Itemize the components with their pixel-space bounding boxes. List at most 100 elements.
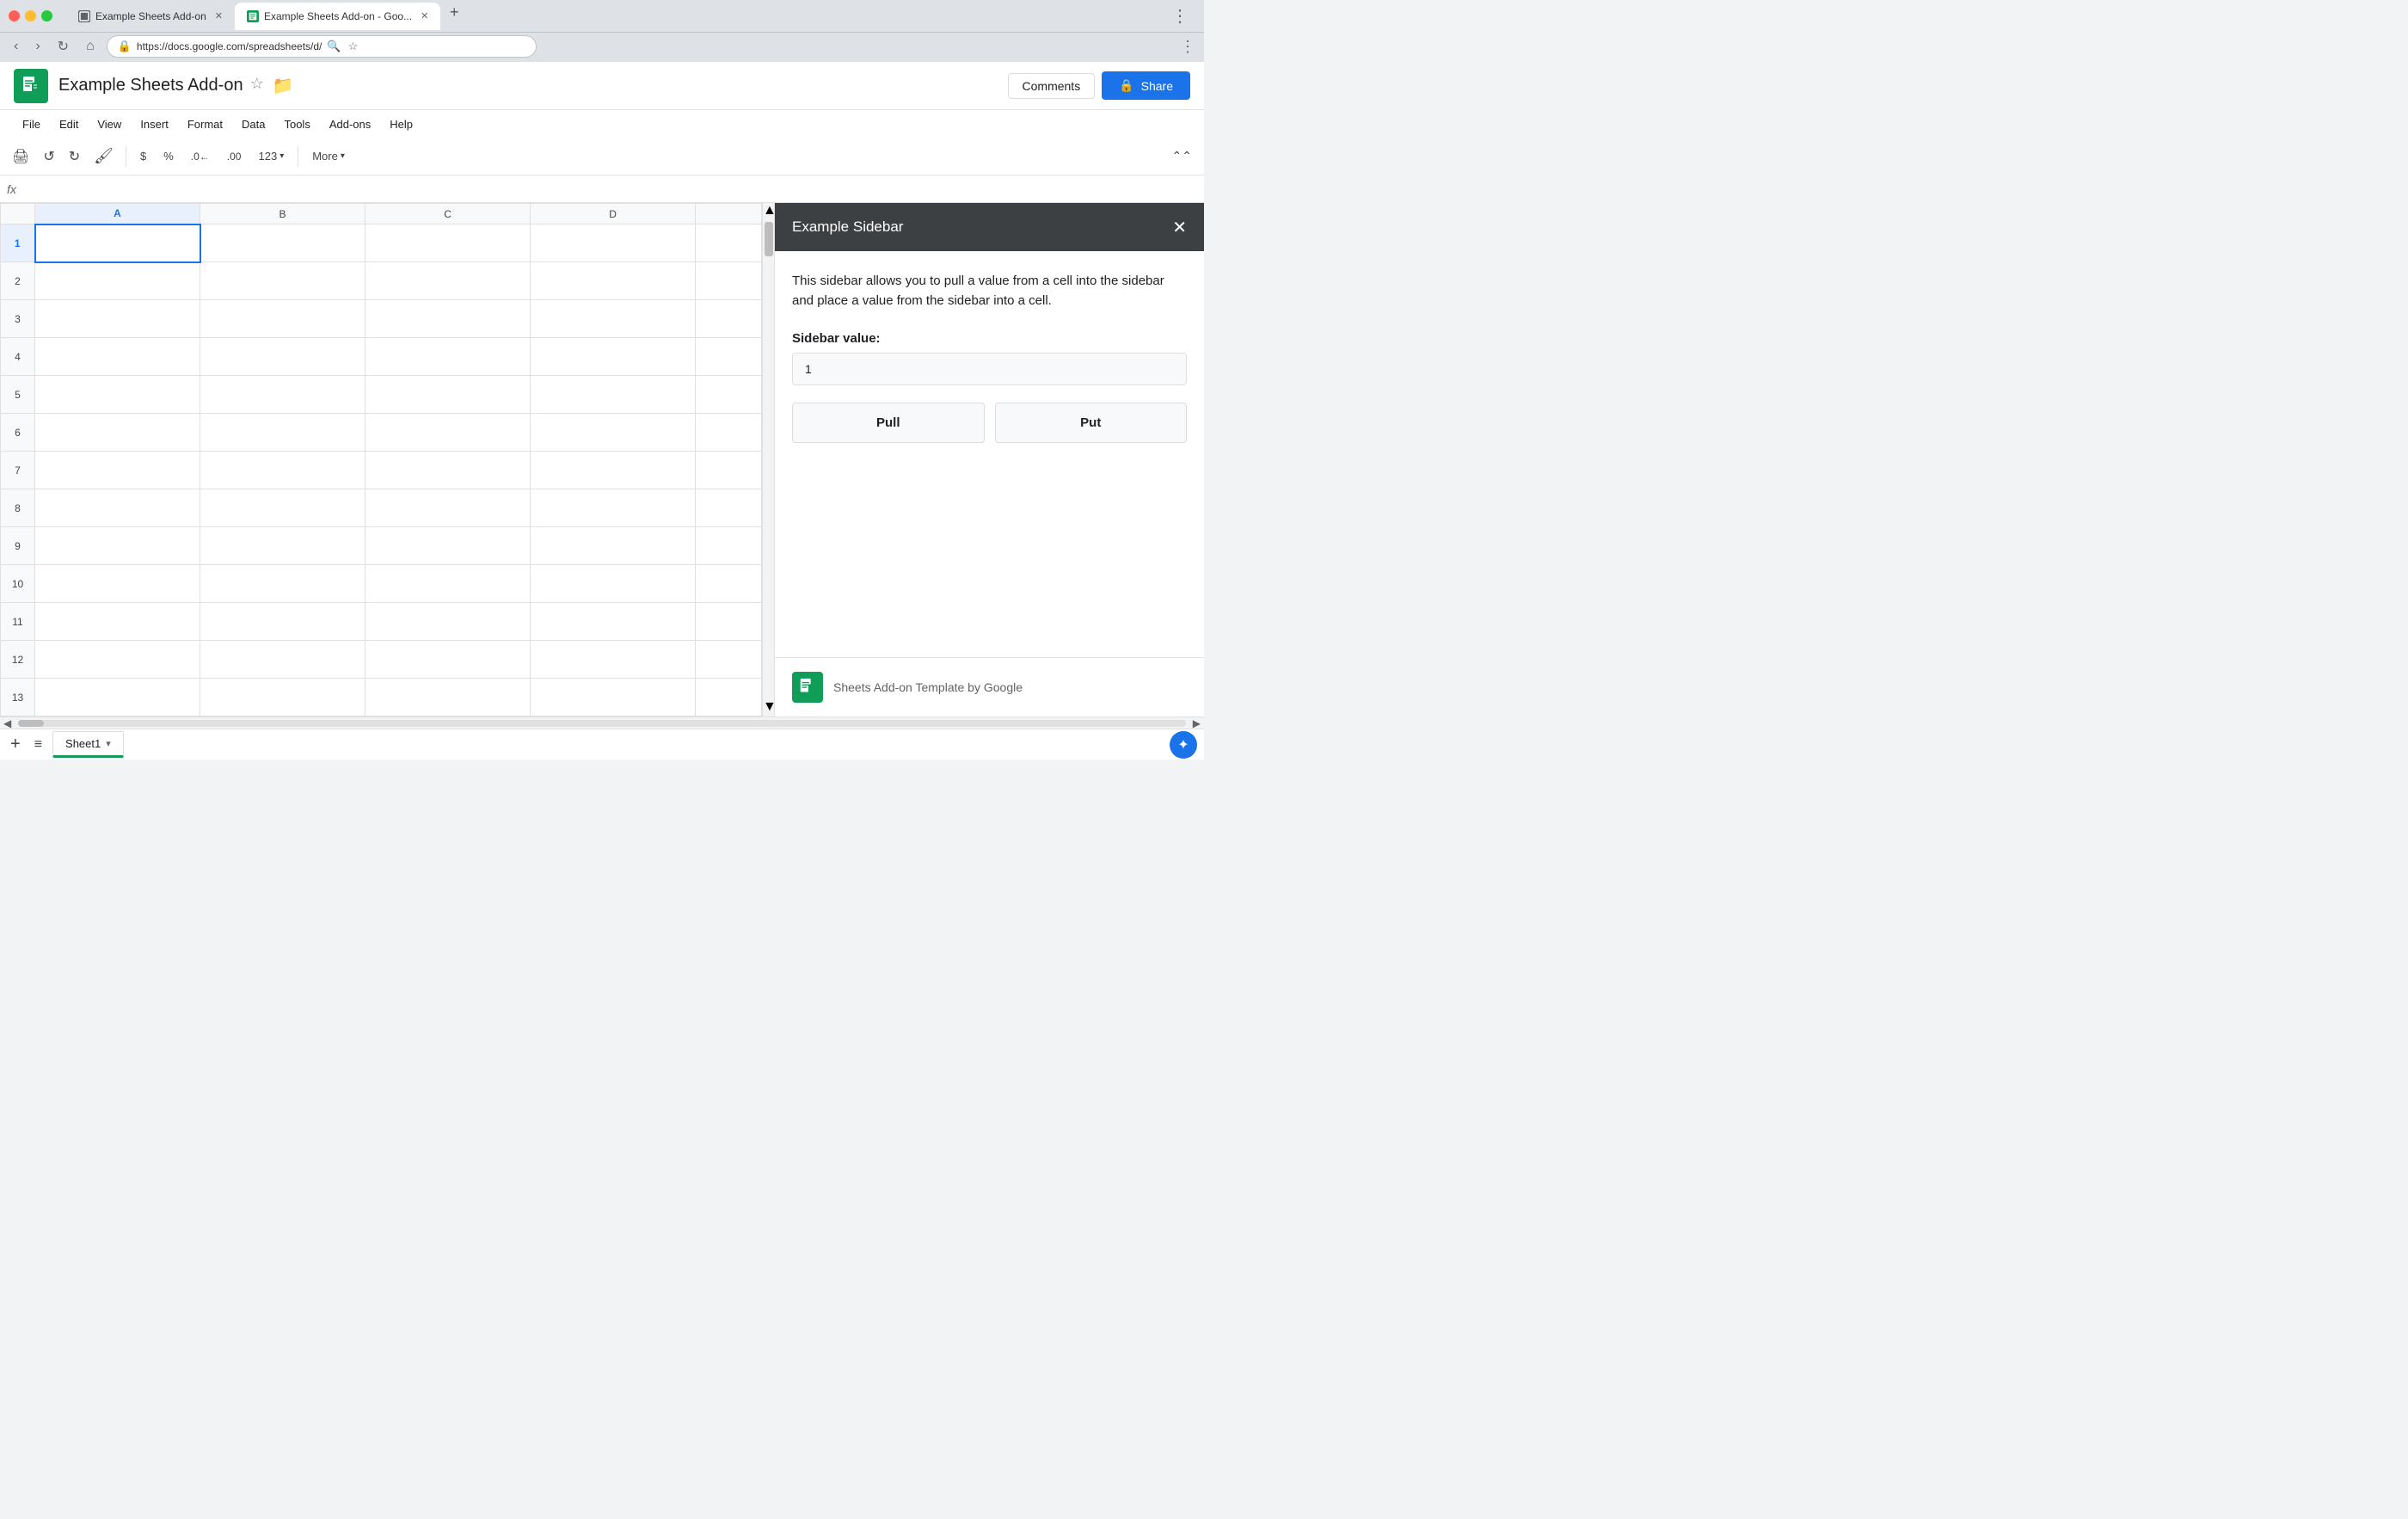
cell-C4[interactable] bbox=[366, 338, 531, 376]
browser-tab-active[interactable]: Example Sheets Add-on - Goo... ✕ bbox=[235, 3, 440, 30]
currency-button[interactable]: $ bbox=[133, 146, 153, 166]
cell-D12[interactable] bbox=[531, 641, 696, 679]
cell-C12[interactable] bbox=[366, 641, 531, 679]
cell-C9[interactable] bbox=[366, 527, 531, 565]
cell-C2[interactable] bbox=[366, 262, 531, 300]
menu-tools[interactable]: Tools bbox=[275, 114, 318, 134]
col-header-D[interactable]: D bbox=[531, 204, 696, 224]
cell-extra-5[interactable] bbox=[696, 376, 762, 414]
format-number-button[interactable]: 123 ▾ bbox=[251, 146, 291, 166]
horizontal-scrollbar[interactable] bbox=[18, 720, 1186, 727]
menu-insert[interactable]: Insert bbox=[132, 114, 177, 134]
scrollbar-up-arrow[interactable]: ▲ bbox=[763, 203, 774, 220]
cell-D7[interactable] bbox=[531, 452, 696, 489]
cell-B8[interactable] bbox=[200, 489, 366, 527]
cell-C10[interactable] bbox=[366, 565, 531, 603]
cell-B7[interactable] bbox=[200, 452, 366, 489]
cell-D4[interactable] bbox=[531, 338, 696, 376]
sidebar-value-input[interactable] bbox=[793, 354, 1186, 384]
sidebar-close-button[interactable]: ✕ bbox=[1172, 217, 1187, 238]
sheet-tab-sheet1[interactable]: Sheet1 ▾ bbox=[52, 731, 124, 758]
cell-C3[interactable] bbox=[366, 300, 531, 338]
menu-format[interactable]: Format bbox=[179, 114, 231, 134]
minimize-window-button[interactable] bbox=[25, 10, 36, 22]
more-button[interactable]: More ▾ bbox=[305, 146, 352, 166]
redo-button[interactable]: ↻ bbox=[64, 145, 85, 169]
cell-B3[interactable] bbox=[200, 300, 366, 338]
menu-edit[interactable]: Edit bbox=[51, 114, 87, 134]
col-header-extra[interactable] bbox=[696, 204, 762, 224]
row-header-12[interactable]: 12 bbox=[1, 641, 35, 679]
cell-B6[interactable] bbox=[200, 414, 366, 452]
put-button[interactable]: Put bbox=[995, 403, 1188, 443]
cell-B4[interactable] bbox=[200, 338, 366, 376]
home-button[interactable]: ⌂ bbox=[81, 37, 100, 56]
address-bar[interactable]: 🔒 https://docs.google.com/spreadsheets/d… bbox=[107, 35, 537, 58]
col-header-A[interactable]: A bbox=[35, 204, 200, 224]
cell-C5[interactable] bbox=[366, 376, 531, 414]
close-window-button[interactable] bbox=[9, 10, 20, 22]
scrollbar-track[interactable] bbox=[763, 258, 774, 699]
row-header-4[interactable]: 4 bbox=[1, 338, 35, 376]
cell-A1[interactable] bbox=[35, 224, 200, 262]
cell-A5[interactable] bbox=[35, 376, 200, 414]
browser-menu-button[interactable]: ⋮ bbox=[1164, 5, 1195, 27]
cell-D10[interactable] bbox=[531, 565, 696, 603]
tab-close-button-inactive[interactable]: ✕ bbox=[215, 10, 223, 22]
cell-A6[interactable] bbox=[35, 414, 200, 452]
cell-extra-4[interactable] bbox=[696, 338, 762, 376]
cell-C7[interactable] bbox=[366, 452, 531, 489]
cell-D5[interactable] bbox=[531, 376, 696, 414]
browser-tab-inactive[interactable]: Example Sheets Add-on ✕ bbox=[66, 3, 235, 30]
cell-B9[interactable] bbox=[200, 527, 366, 565]
cell-A12[interactable] bbox=[35, 641, 200, 679]
browser-more-button[interactable]: ⋮ bbox=[1180, 38, 1195, 56]
row-header-3[interactable]: 3 bbox=[1, 300, 35, 338]
menu-help[interactable]: Help bbox=[381, 114, 421, 134]
paint-format-button[interactable]: 🖌 bbox=[89, 144, 119, 169]
cell-D13[interactable] bbox=[531, 679, 696, 716]
cell-extra-8[interactable] bbox=[696, 489, 762, 527]
cell-A11[interactable] bbox=[35, 603, 200, 641]
comments-button[interactable]: Comments bbox=[1008, 73, 1096, 99]
cell-D11[interactable] bbox=[531, 603, 696, 641]
cell-A4[interactable] bbox=[35, 338, 200, 376]
scrollbar-down-arrow[interactable]: ▼ bbox=[763, 699, 774, 716]
cell-A2[interactable] bbox=[35, 262, 200, 300]
cell-D8[interactable] bbox=[531, 489, 696, 527]
cell-A7[interactable] bbox=[35, 452, 200, 489]
forward-button[interactable]: › bbox=[30, 37, 45, 56]
cell-extra-7[interactable] bbox=[696, 452, 762, 489]
back-button[interactable]: ‹ bbox=[9, 37, 23, 56]
formula-input[interactable] bbox=[23, 182, 1197, 195]
new-tab-button[interactable]: + bbox=[444, 3, 464, 23]
menu-data[interactable]: Data bbox=[233, 114, 273, 134]
cell-extra-11[interactable] bbox=[696, 603, 762, 641]
cell-extra-9[interactable] bbox=[696, 527, 762, 565]
cell-C1[interactable] bbox=[366, 224, 531, 262]
cell-extra-1[interactable] bbox=[696, 224, 762, 262]
cell-extra-12[interactable] bbox=[696, 641, 762, 679]
col-header-B[interactable]: B bbox=[200, 204, 366, 224]
row-header-8[interactable]: 8 bbox=[1, 489, 35, 527]
vertical-scrollbar[interactable]: ▲ ▼ bbox=[762, 203, 774, 716]
cell-B11[interactable] bbox=[200, 603, 366, 641]
cell-D9[interactable] bbox=[531, 527, 696, 565]
bookmark-icon[interactable]: ☆ bbox=[348, 40, 359, 53]
cell-D2[interactable] bbox=[531, 262, 696, 300]
cell-B1[interactable] bbox=[200, 224, 366, 262]
scrollbar-thumb[interactable] bbox=[765, 222, 773, 256]
cell-A9[interactable] bbox=[35, 527, 200, 565]
share-button[interactable]: 🔒 Share bbox=[1102, 71, 1190, 100]
cell-B5[interactable] bbox=[200, 376, 366, 414]
cell-extra-3[interactable] bbox=[696, 300, 762, 338]
cell-D1[interactable] bbox=[531, 224, 696, 262]
folder-icon[interactable]: 📁 bbox=[273, 75, 294, 96]
pull-button[interactable]: Pull bbox=[792, 403, 985, 443]
cell-D6[interactable] bbox=[531, 414, 696, 452]
h-scrollbar-thumb[interactable] bbox=[18, 720, 44, 727]
cell-C8[interactable] bbox=[366, 489, 531, 527]
row-header-6[interactable]: 6 bbox=[1, 414, 35, 452]
cell-extra-10[interactable] bbox=[696, 565, 762, 603]
cell-A8[interactable] bbox=[35, 489, 200, 527]
